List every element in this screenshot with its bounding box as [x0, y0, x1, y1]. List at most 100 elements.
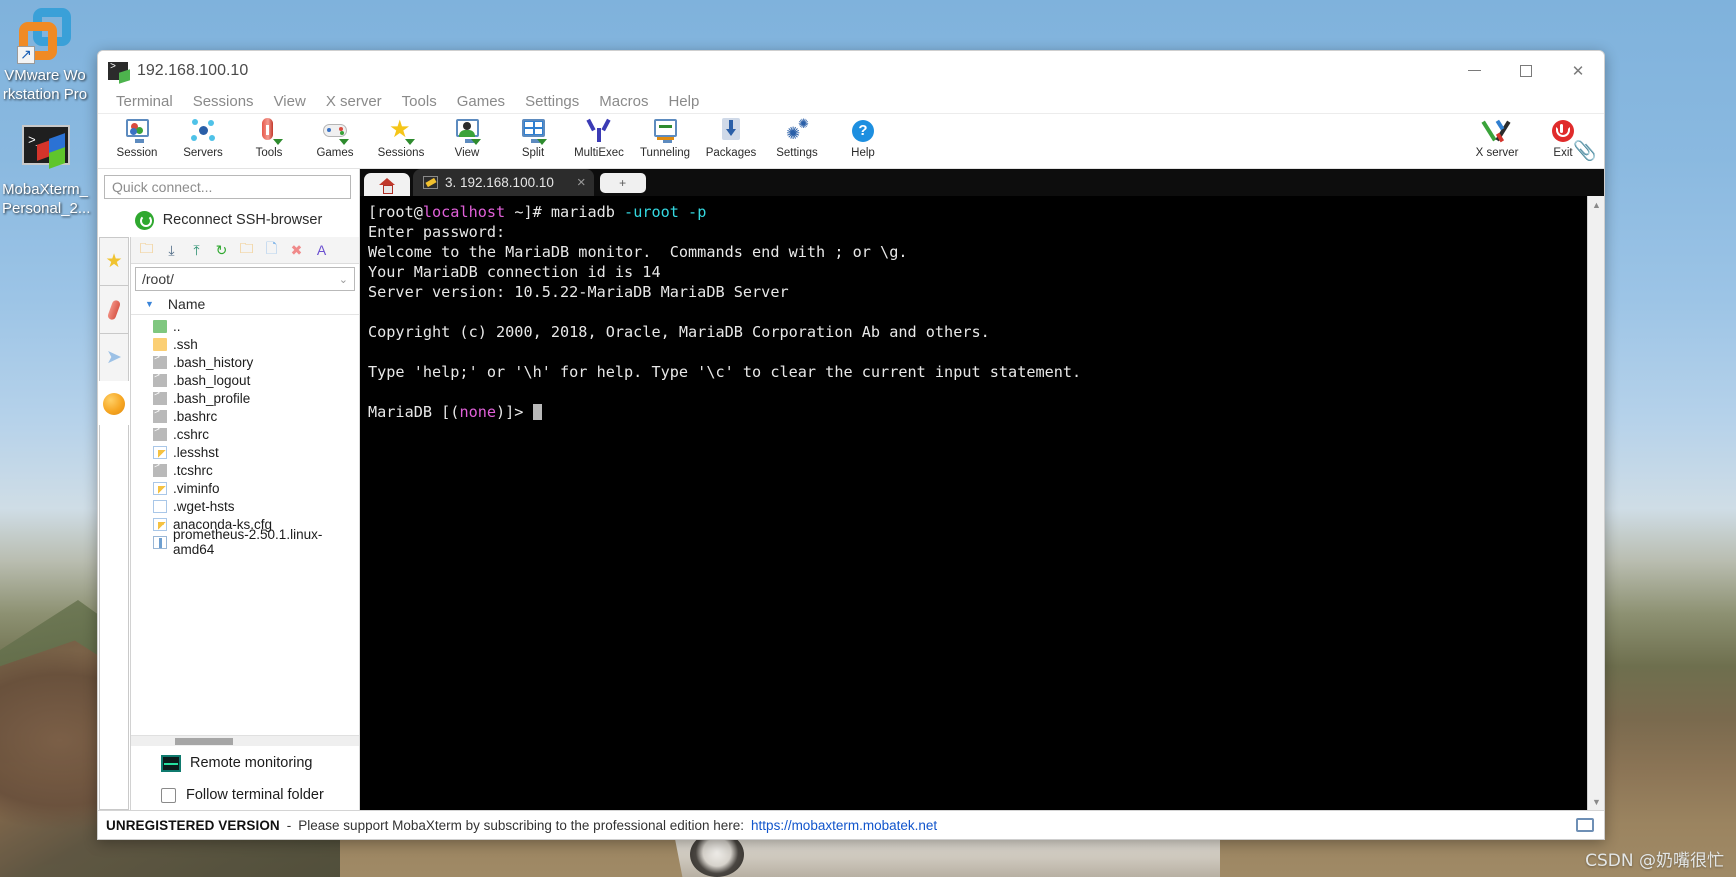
list-item[interactable]: .bash_profile — [131, 389, 359, 407]
download-icon[interactable]: ⤓ — [160, 240, 183, 261]
quick-connect-input[interactable]: Quick connect... — [104, 175, 351, 199]
checkbox-icon[interactable] — [161, 787, 176, 803]
file-list[interactable]: .. .ssh .bash_history .bash_logout — [131, 315, 359, 735]
menu-games[interactable]: Games — [447, 91, 515, 113]
toolbar-label: Help — [851, 147, 875, 159]
archive-file-icon — [153, 535, 167, 549]
list-item[interactable]: .viminfo — [131, 479, 359, 497]
list-item[interactable]: .ssh — [131, 335, 359, 353]
folder-icon — [153, 337, 167, 351]
desktop-icon-label: MobaXterm_ Personal_2... — [2, 181, 91, 217]
upload-icon[interactable]: ⤒ — [185, 240, 208, 261]
unregistered-label: UNREGISTERED VERSION — [106, 817, 280, 833]
toolbar-servers-button[interactable]: Servers — [170, 114, 236, 168]
display-status-icon[interactable] — [1576, 818, 1594, 832]
toolbar-tunneling-button[interactable]: Tunneling — [632, 114, 698, 168]
chevron-down-icon[interactable]: ⌄ — [339, 273, 348, 286]
file-browser-toolbar: 🗀 ⤓ ⤒ ↻ 🗀 🗋 ✖ A — [131, 237, 359, 264]
tab-session-192-168-100-10[interactable]: 3. 192.168.100.10 × — [413, 169, 594, 196]
toolbar-label: Session — [116, 147, 158, 159]
favorites-star-icon[interactable]: ★ — [99, 237, 129, 285]
refresh-icon[interactable]: ↻ — [210, 240, 233, 261]
file-name: prometheus-2.50.1.linux-amd64 — [173, 527, 323, 557]
toolbar-session-button[interactable]: Session — [104, 114, 170, 168]
toolbar-x-server-button[interactable]: X server — [1464, 114, 1530, 168]
menu-macros[interactable]: Macros — [589, 91, 658, 113]
document-icon — [153, 499, 167, 513]
shortcut-arrow-icon: ↗ — [17, 46, 35, 64]
menu-sessions[interactable]: Sessions — [183, 91, 264, 113]
close-button[interactable]: ✕ — [1552, 51, 1604, 90]
script-file-icon — [153, 371, 167, 387]
desktop-icon-mobaxterm[interactable]: >_ MobaXterm_ Personal_2... — [2, 120, 91, 218]
folder-up-icon[interactable]: 🗀 — [135, 240, 158, 261]
menu-settings[interactable]: Settings — [515, 91, 589, 113]
terminal-line: Copyright (c) 2000, 2018, Oracle, MariaD… — [368, 323, 990, 341]
view-icon — [453, 117, 481, 145]
tools-knife-icon[interactable] — [99, 285, 129, 333]
toolbar-settings-button[interactable]: ✺ ✺ Settings — [764, 114, 830, 168]
send-plane-icon[interactable]: ➤ — [99, 333, 129, 381]
list-item[interactable]: .bash_logout — [131, 371, 359, 389]
desktop-icon-label: VMware Wo rkstation Pro — [2, 67, 88, 103]
x-server-icon — [1481, 117, 1511, 145]
list-item[interactable]: .tcshrc — [131, 461, 359, 479]
servers-icon — [189, 117, 217, 145]
scroll-down-arrow-icon[interactable]: ▼ — [1588, 793, 1604, 810]
toolbar-games-button[interactable]: Games — [302, 114, 368, 168]
status-bar: UNREGISTERED VERSION - Please support Mo… — [98, 810, 1604, 839]
menu-help[interactable]: Help — [658, 91, 709, 113]
path-input[interactable]: /root/ ⌄ — [135, 267, 355, 291]
text-mode-icon[interactable]: A — [310, 240, 333, 261]
reconnect-ssh-browser-button[interactable]: Reconnect SSH-browser — [98, 203, 359, 237]
scroll-up-arrow-icon[interactable]: ▲ — [1588, 196, 1604, 213]
toolbar-sessions-button[interactable]: ★ Sessions — [368, 114, 434, 168]
terminal-console[interactable]: [root@localhost ~]# mariadb -uroot -p Ent… — [360, 196, 1604, 810]
menu-x-server[interactable]: X server — [316, 91, 392, 113]
toolbar-label: MultiExec — [574, 147, 624, 159]
new-tab-button[interactable]: + — [599, 173, 646, 193]
toolbar-packages-button[interactable]: Packages — [698, 114, 764, 168]
tab-label: 3. 192.168.100.10 — [445, 175, 554, 190]
list-item[interactable]: .lesshst — [131, 443, 359, 461]
window-titlebar[interactable]: 192.168.100.10 ✕ — [98, 51, 1604, 90]
watermark: CSDN @奶嘴很忙 — [1585, 851, 1724, 871]
toolbar-split-button[interactable]: Split — [500, 114, 566, 168]
clipboard-icon[interactable]: 📎 — [1572, 139, 1598, 163]
list-item[interactable]: prometheus-2.50.1.linux-amd64 — [131, 527, 359, 557]
script-file-icon — [153, 389, 167, 405]
desktop-icon-vmware[interactable]: ↗ VMware Wo rkstation Pro — [2, 6, 88, 104]
list-item[interactable]: .bashrc — [131, 407, 359, 425]
tools-icon — [255, 117, 283, 145]
remote-monitoring-button[interactable]: Remote monitoring — [131, 746, 359, 780]
new-file-icon[interactable]: 🗋 — [260, 240, 283, 261]
toolbar-view-button[interactable]: View — [434, 114, 500, 168]
toolbar-multiexec-button[interactable]: MultiExec — [566, 114, 632, 168]
toolbar-tools-button[interactable]: Tools — [236, 114, 302, 168]
list-item[interactable]: .. — [131, 317, 359, 335]
new-folder-icon[interactable]: 🗀 — [235, 240, 258, 261]
mobaxterm-website-link[interactable]: https://mobaxterm.mobatek.net — [751, 818, 937, 833]
file-list-horizontal-scrollbar[interactable] — [131, 735, 359, 746]
home-tab-button[interactable] — [364, 173, 410, 196]
toolbar-help-button[interactable]: ? Help — [830, 114, 896, 168]
globe-icon[interactable] — [103, 393, 125, 415]
menu-terminal[interactable]: Terminal — [106, 91, 183, 113]
menu-tools[interactable]: Tools — [392, 91, 447, 113]
file-column-header[interactable]: ▼ Name — [131, 293, 359, 315]
list-item[interactable]: .cshrc — [131, 425, 359, 443]
maximize-button[interactable] — [1500, 51, 1552, 90]
list-item[interactable]: .wget-hsts — [131, 497, 359, 515]
delete-icon[interactable]: ✖ — [285, 240, 308, 261]
toolbar-label: Settings — [776, 147, 818, 159]
terminal-line: MariaDB [(none)]> — [368, 402, 1604, 422]
list-item[interactable]: .bash_history — [131, 353, 359, 371]
terminal-vertical-scrollbar[interactable]: ▲ ▼ — [1587, 196, 1604, 810]
script-file-icon — [153, 353, 167, 369]
menu-view[interactable]: View — [264, 91, 316, 113]
minimize-button[interactable] — [1448, 51, 1500, 90]
tab-close-icon[interactable]: × — [577, 174, 586, 191]
scrollbar-thumb[interactable] — [175, 738, 233, 745]
follow-terminal-folder-checkbox[interactable]: Follow terminal folder — [131, 780, 359, 810]
